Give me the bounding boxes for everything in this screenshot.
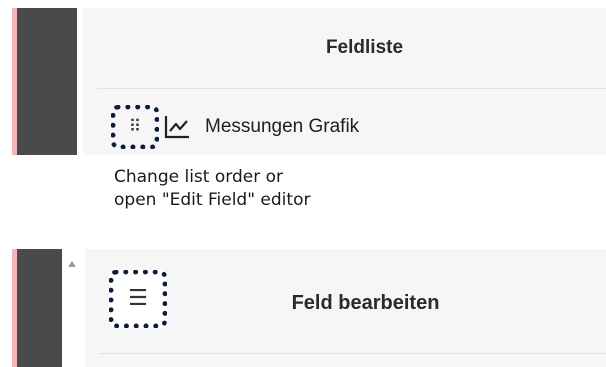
line-chart-icon	[163, 114, 191, 140]
header-divider	[97, 88, 606, 89]
field-item-label[interactable]: Messungen Grafik	[205, 116, 359, 138]
header-divider	[99, 353, 606, 354]
edit-field-content: Feld bearbeiten ☰	[85, 249, 606, 367]
dark-side-rail	[17, 249, 62, 367]
field-list-panel: Feldliste ⠿ Messungen Grafik	[12, 8, 606, 155]
menu-button[interactable]: ☰	[109, 270, 167, 328]
instruction-caption: Change list order or open "Edit Field" e…	[114, 166, 514, 212]
caption-line-2: open "Edit Field" editor	[114, 190, 311, 210]
dark-side-rail	[17, 8, 77, 155]
field-list-item[interactable]: ⠿ Messungen Grafik	[111, 102, 359, 152]
menu-button-highlight: ☰	[109, 270, 167, 328]
hamburger-menu-icon[interactable]: ☰	[128, 288, 148, 310]
field-list-content: Feldliste ⠿ Messungen Grafik	[83, 8, 606, 155]
drag-handle-highlight[interactable]: ⠿	[111, 105, 159, 149]
edit-field-panel: Feld bearbeiten ☰	[12, 249, 606, 367]
field-list-title: Feldliste	[325, 37, 404, 58]
scroll-up-arrow-icon[interactable]	[68, 261, 76, 267]
drag-handle-icon[interactable]: ⠿	[129, 118, 141, 136]
caption-line-1: Change list order or	[114, 167, 283, 187]
